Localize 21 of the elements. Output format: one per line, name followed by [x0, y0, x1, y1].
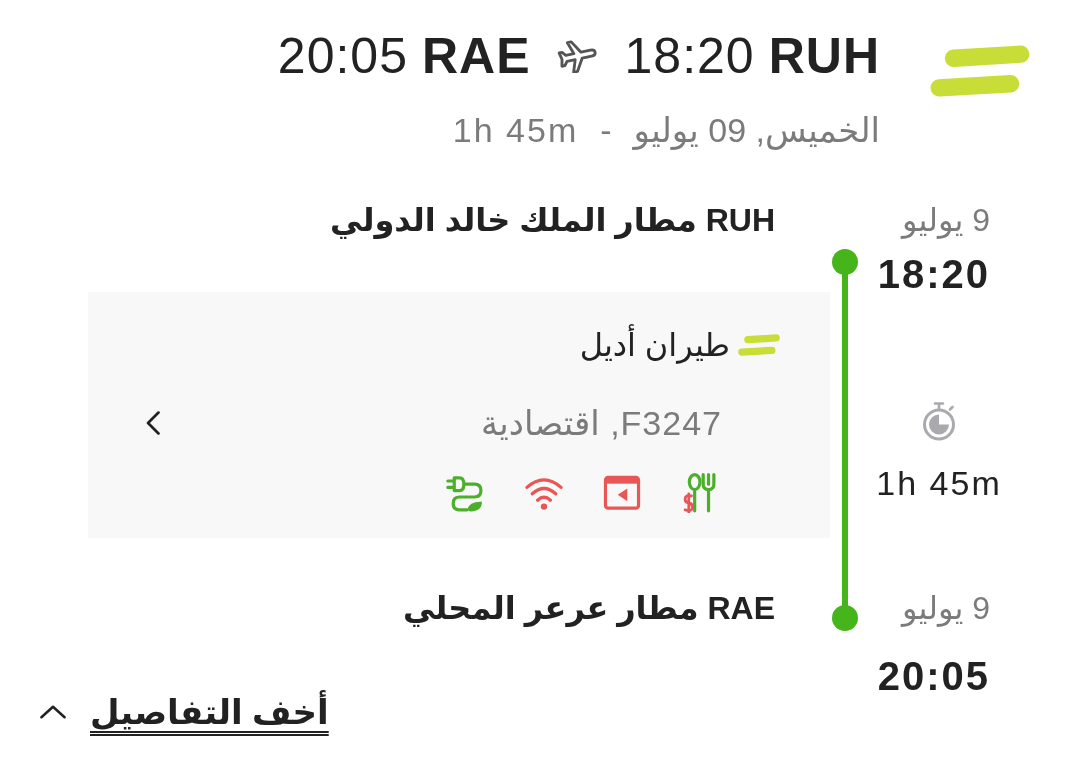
separator-dash: - [600, 110, 612, 150]
departure-time: 18:20 [877, 256, 990, 292]
arrival-time: 20:05 [277, 27, 408, 86]
total-duration: 1h 45m [452, 110, 579, 150]
logo-icon [930, 45, 1030, 97]
departure-time: 18:20 [624, 27, 755, 86]
logo-icon [738, 334, 780, 356]
flight-date: الخميس, 09 يوليو [633, 110, 880, 150]
flight-duration: 1h 45m [876, 463, 1002, 503]
departure-airport: RUH مطار الملك خالد الدولي [329, 201, 776, 240]
departure-airport-code: RUH [768, 27, 880, 86]
hide-details-link[interactable]: أخف التفاصيل [40, 690, 329, 734]
departure-date: 9 يوليو [901, 202, 990, 238]
arrival-airport-code: RAE [421, 27, 531, 86]
arrival-airport: RAE مطار عرعر المحلي [401, 589, 776, 628]
chevron-left-icon[interactable] [145, 411, 161, 435]
arrival-date: 9 يوليو [901, 590, 990, 626]
stopwatch-icon [921, 401, 957, 443]
airline-name: طيران أديل [579, 325, 730, 365]
flight-number-class: F3247, اقتصادية [481, 403, 722, 443]
arrival-time: 20:05 [877, 658, 990, 694]
